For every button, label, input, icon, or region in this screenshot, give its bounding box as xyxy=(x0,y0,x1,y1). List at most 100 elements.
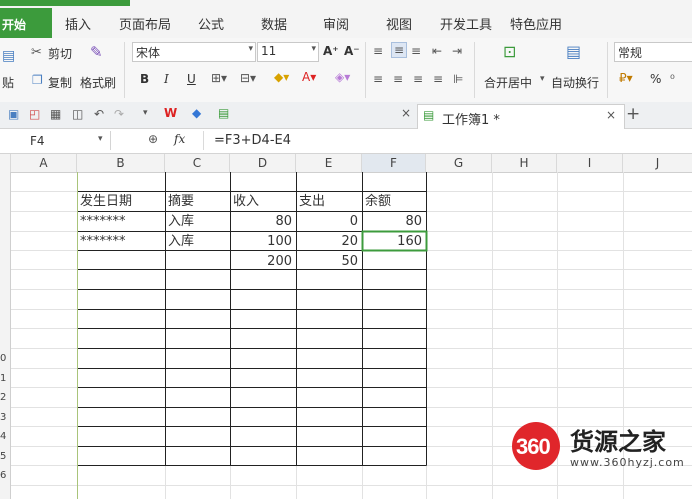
cube-icon[interactable]: ◆ xyxy=(192,106,201,120)
copy-button[interactable]: 复制 xyxy=(48,74,72,91)
column-header-j[interactable]: J xyxy=(623,154,692,172)
number-format-select[interactable]: 常规 xyxy=(614,42,692,62)
fill-color-icon[interactable]: ◆▾ xyxy=(274,70,289,84)
row-header[interactable]: 5 xyxy=(0,451,10,462)
currency-icon[interactable]: ₽▾ xyxy=(619,71,633,85)
tab-view[interactable]: 视图 xyxy=(386,14,412,33)
redo-icon[interactable]: ↷ xyxy=(114,107,124,121)
tab-developer[interactable]: 开发工具 xyxy=(440,14,492,33)
table-cell[interactable]: 入库 xyxy=(165,212,230,232)
column-header-e[interactable]: E xyxy=(296,154,362,172)
tab-special[interactable]: 特色应用 xyxy=(510,14,562,33)
distribute-icon[interactable]: ⊫ xyxy=(453,72,463,86)
column-header-i[interactable]: I xyxy=(557,154,623,172)
align-center-icon[interactable]: ≡ xyxy=(393,72,403,86)
document-tab[interactable]: ▤ 工作簿1 * × xyxy=(417,104,625,129)
justify-icon[interactable]: ≡ xyxy=(433,72,443,86)
table-cell[interactable]: 0 xyxy=(296,212,362,232)
format-painter-button[interactable]: 格式刷 xyxy=(80,74,116,91)
print-icon[interactable]: ▦ xyxy=(50,107,61,121)
export-pdf-icon[interactable]: ◰ xyxy=(29,107,40,121)
chevron-down-icon[interactable]: ▾ xyxy=(540,74,545,84)
total-income-cell[interactable]: 200 xyxy=(230,252,296,271)
header-cell-expense[interactable]: 支出 xyxy=(296,192,362,212)
column-header-bar: A B C D E F G H I J xyxy=(0,154,692,173)
column-header-f[interactable]: F xyxy=(362,154,426,172)
fx-button[interactable]: fx xyxy=(174,132,185,146)
chevron-down-icon[interactable]: ▾ xyxy=(143,108,148,118)
paste-button[interactable]: 贴 xyxy=(2,74,14,91)
row-header[interactable]: 1 xyxy=(0,373,10,384)
font-name-select[interactable]: 宋体 ▾ xyxy=(132,42,256,62)
table-cell[interactable]: 20 xyxy=(296,232,362,251)
thousands-icon[interactable]: ⁰ xyxy=(670,72,675,86)
name-box[interactable]: F4 ▾ xyxy=(0,131,111,150)
align-middle-icon[interactable]: ≡ xyxy=(391,42,408,58)
column-header-a[interactable]: A xyxy=(11,154,77,172)
borders-icon[interactable]: ⊞▾ xyxy=(211,71,227,85)
header-cell-balance[interactable]: 余额 xyxy=(362,192,426,212)
wps-logo-icon[interactable]: W xyxy=(164,106,177,120)
column-header-g[interactable]: G xyxy=(426,154,492,172)
print-preview-icon[interactable]: ◫ xyxy=(72,107,83,121)
table-cell[interactable]: 入库 xyxy=(165,232,230,251)
align-right-icon[interactable]: ≡ xyxy=(413,72,423,86)
column-header-h[interactable]: H xyxy=(492,154,557,172)
italic-button[interactable]: I xyxy=(164,72,169,86)
row-header[interactable]: 0 xyxy=(0,353,10,364)
underline-button[interactable]: U xyxy=(187,72,196,86)
app-accent-bar xyxy=(0,0,130,6)
shrink-font-button[interactable]: A⁻ xyxy=(344,44,360,58)
merge-center-icon: ⊡ xyxy=(503,42,517,61)
table-cell[interactable]: ******* xyxy=(77,212,165,232)
column-header-c[interactable]: C xyxy=(165,154,230,172)
tab-data[interactable]: 数据 xyxy=(261,14,287,33)
tab-review[interactable]: 审阅 xyxy=(323,14,349,33)
total-expense-cell[interactable]: 50 xyxy=(296,252,362,271)
tab-start[interactable]: 开始 xyxy=(0,8,52,38)
row-header[interactable]: 2 xyxy=(0,392,10,403)
format-painter-icon[interactable]: ✎ xyxy=(90,43,103,61)
new-tab-button[interactable]: + xyxy=(626,104,640,124)
header-cell-date[interactable]: 发生日期 xyxy=(77,192,165,212)
row-header[interactable]: 6 xyxy=(0,470,10,481)
cut-button[interactable]: 剪切 xyxy=(48,45,72,62)
sheet-doc-icon[interactable]: ▤ xyxy=(218,106,229,120)
tab-insert[interactable]: 插入 xyxy=(65,14,91,33)
align-bottom-icon[interactable]: ≡ xyxy=(411,44,421,58)
formula-input[interactable]: =F3+D4-E4 xyxy=(214,133,291,148)
font-color-icon[interactable]: A▾ xyxy=(302,70,316,84)
font-size-select[interactable]: 11 ▾ xyxy=(257,42,319,62)
close-icon[interactable]: × xyxy=(606,108,616,122)
indent-decrease-icon[interactable]: ⇤ xyxy=(432,44,442,58)
header-cell-summary[interactable]: 摘要 xyxy=(165,192,230,212)
table-cell[interactable]: 160 xyxy=(362,232,426,251)
column-header-d[interactable]: D xyxy=(230,154,296,172)
close-icon[interactable]: × xyxy=(401,106,411,120)
percent-button[interactable]: % xyxy=(650,72,661,86)
merge-center-button[interactable]: 合开居中 xyxy=(484,74,532,91)
clear-format-icon[interactable]: ◈▾ xyxy=(335,70,350,84)
undo-icon[interactable]: ↶ xyxy=(94,107,104,121)
indent-increase-icon[interactable]: ⇥ xyxy=(452,44,462,58)
align-top-icon[interactable]: ≡ xyxy=(373,44,383,58)
tab-formulas[interactable]: 公式 xyxy=(198,14,224,33)
column-header-b[interactable]: B xyxy=(77,154,165,172)
table-cell[interactable]: 80 xyxy=(230,212,296,232)
header-cell-income[interactable]: 收入 xyxy=(230,192,296,212)
table-cell[interactable]: 80 xyxy=(362,212,426,232)
row-header[interactable]: 4 xyxy=(0,431,10,442)
save-icon[interactable]: ▣ xyxy=(8,107,19,121)
wrap-text-button[interactable]: 自动换行 xyxy=(551,74,599,91)
row-header[interactable]: 3 xyxy=(0,412,10,423)
align-left-icon[interactable]: ≡ xyxy=(373,72,383,86)
table-cell[interactable]: 100 xyxy=(230,232,296,251)
table-cell[interactable]: ******* xyxy=(77,232,165,251)
tab-page-layout[interactable]: 页面布局 xyxy=(119,14,171,33)
zoom-icon[interactable]: ⊕ xyxy=(148,132,158,146)
select-all-corner[interactable] xyxy=(0,154,11,172)
grow-font-button[interactable]: A⁺ xyxy=(323,44,339,58)
merge-cells-icon[interactable]: ⊟▾ xyxy=(240,71,256,85)
bold-button[interactable]: B xyxy=(140,72,149,86)
paste-icon[interactable]: ▤ xyxy=(2,48,15,64)
